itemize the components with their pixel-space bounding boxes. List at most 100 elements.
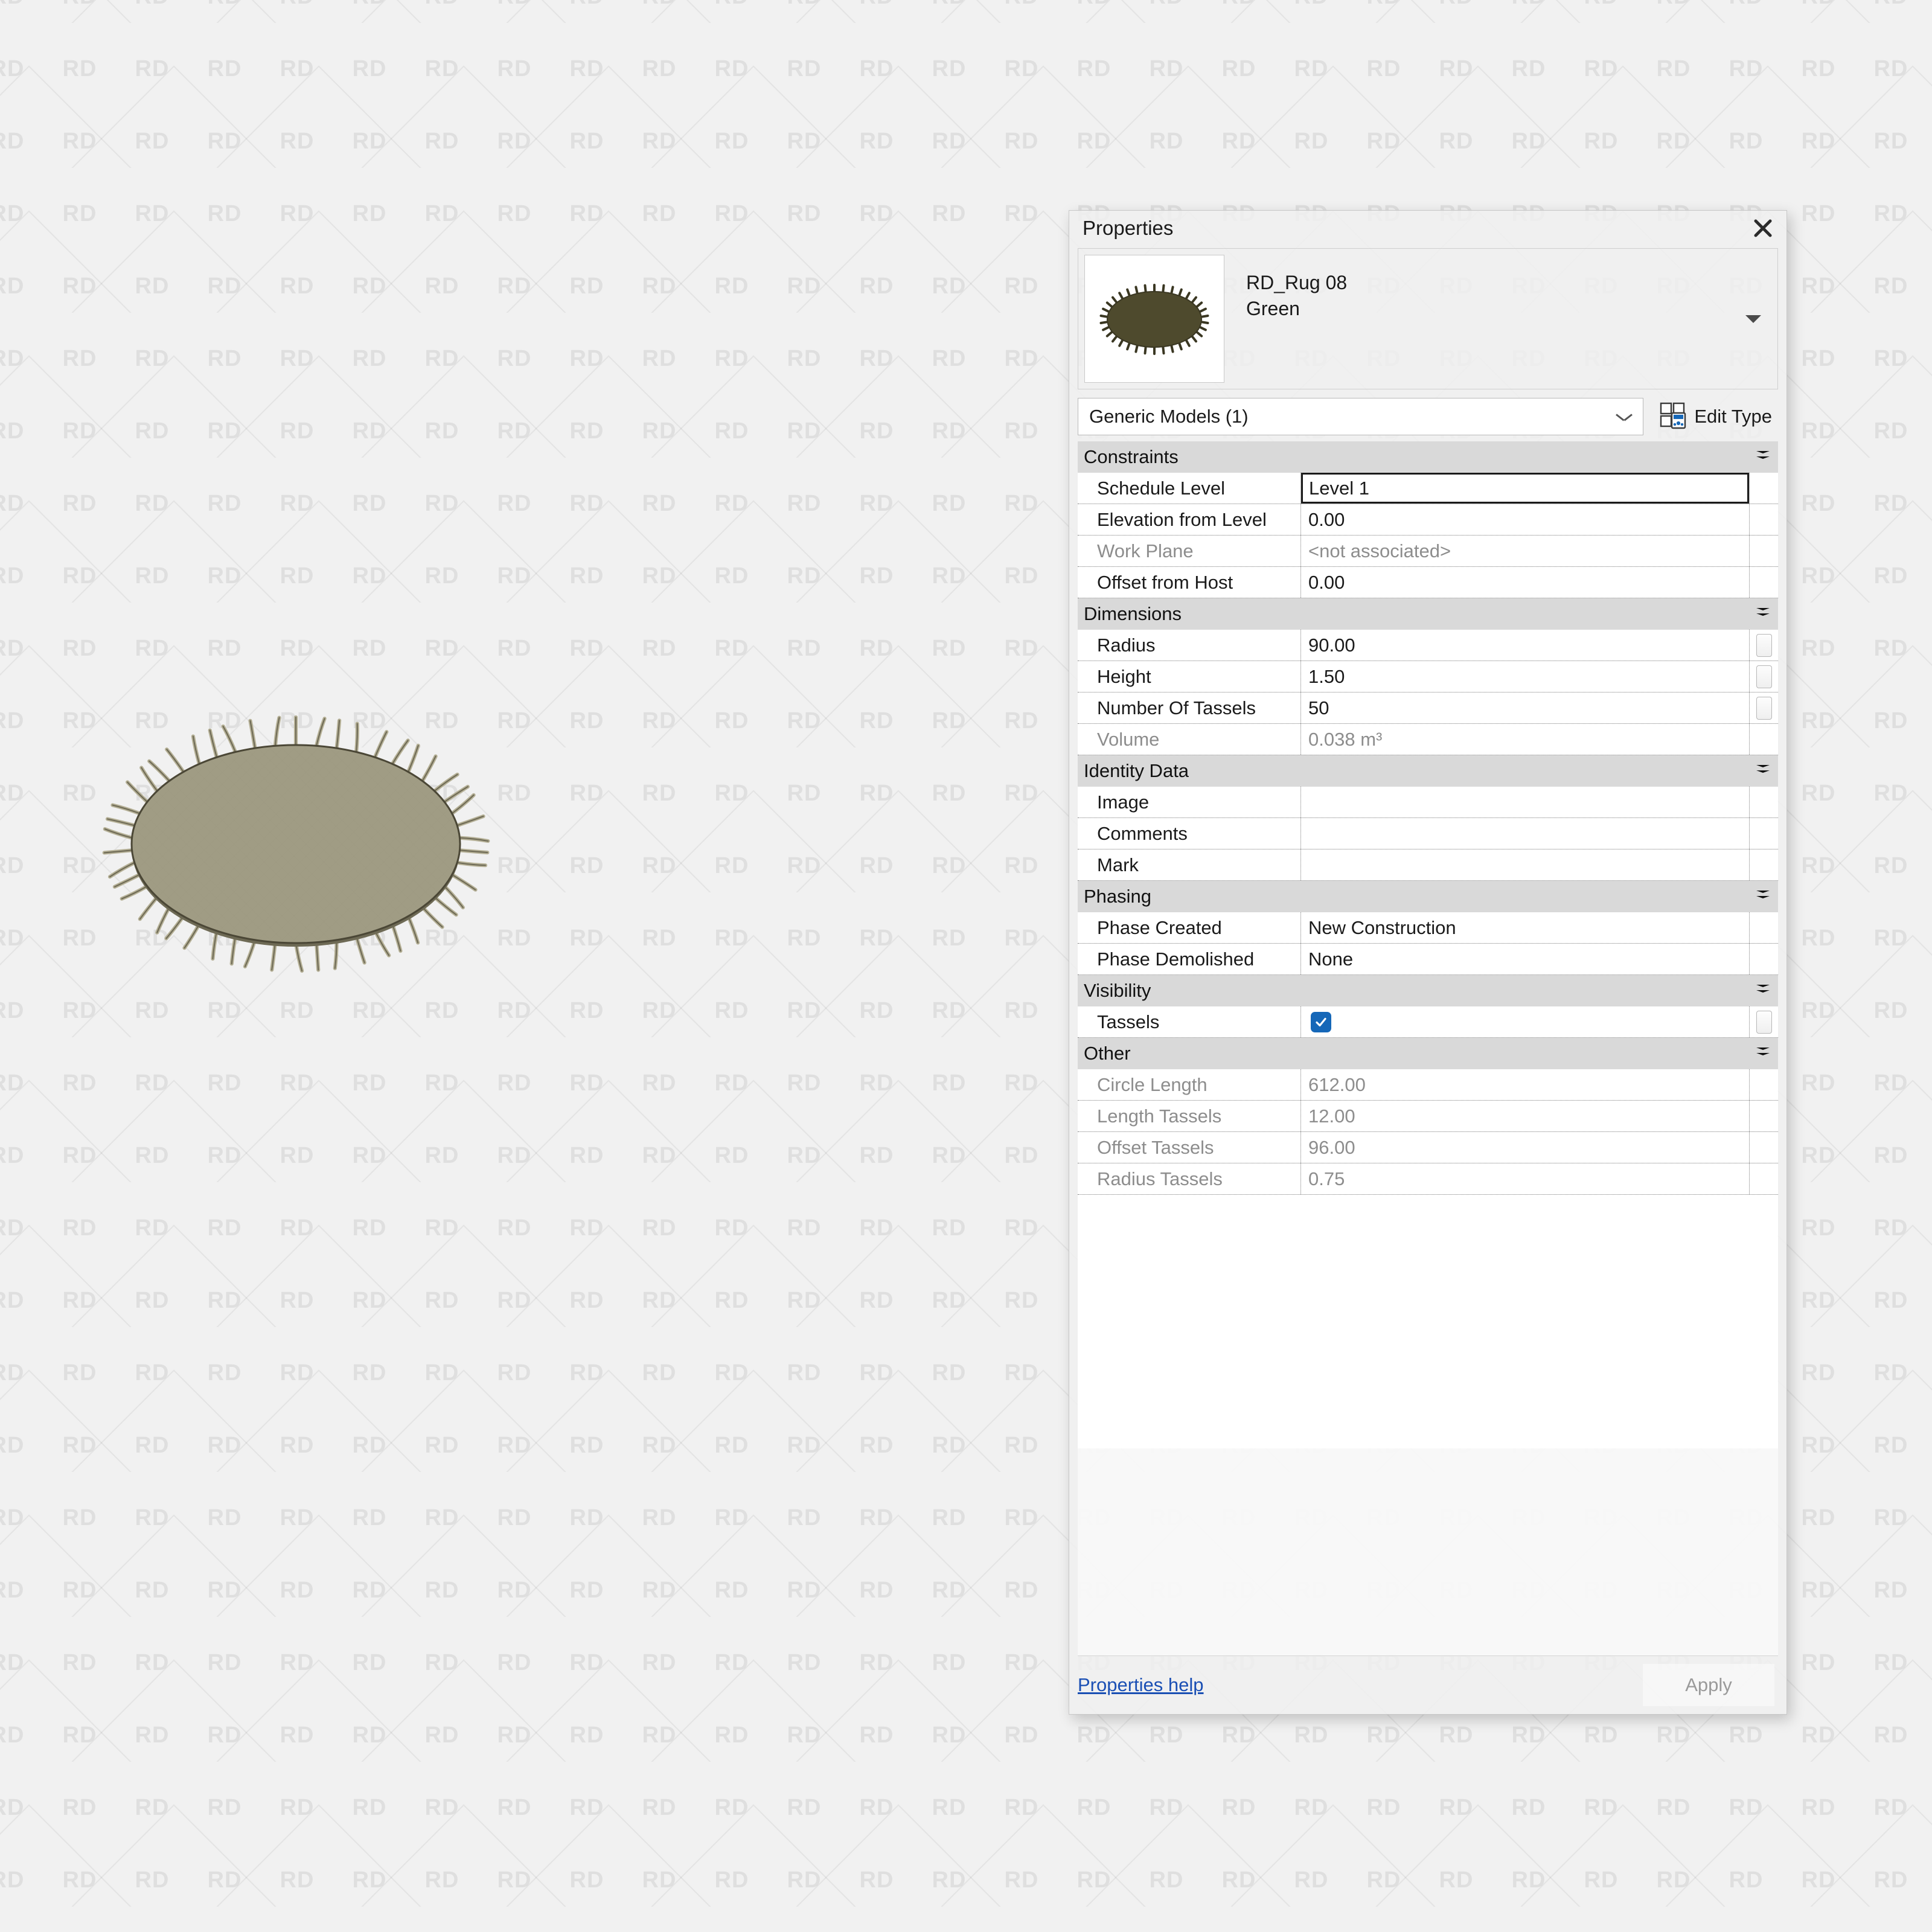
watermark-cell: RD [1874, 708, 1908, 734]
table-row[interactable]: Phase Created New Construction [1078, 912, 1778, 944]
watermark-cell: RD [280, 1795, 315, 1821]
properties-palette[interactable]: Properties RD_Rug 08 Green [1069, 210, 1787, 1715]
table-row[interactable]: Radius 90.00 [1078, 630, 1778, 661]
watermark-cell: RD [1802, 926, 1836, 952]
close-icon[interactable] [1749, 214, 1777, 242]
watermark-cell: RD [642, 129, 677, 155]
param-assoc-height[interactable] [1749, 661, 1778, 692]
section-collapse-button[interactable] [1748, 450, 1778, 464]
watermark-cell: RD [1657, 1867, 1691, 1893]
watermark-cell: RD [1439, 1867, 1474, 1893]
table-row[interactable]: Height 1.50 [1078, 661, 1778, 693]
watermark-cell: RD [425, 491, 459, 517]
watermark-cell: RD [642, 1505, 677, 1531]
section-collapse-button[interactable] [1748, 889, 1778, 904]
table-row[interactable]: Offset from Host 0.00 [1078, 567, 1778, 598]
param-value-number-of-tassels[interactable]: 50 [1301, 693, 1749, 723]
param-value-height[interactable]: 1.50 [1301, 661, 1749, 692]
section-header-visibility[interactable]: Visibility [1078, 975, 1778, 1006]
table-row[interactable]: Radius Tassels 0.75 [1078, 1163, 1778, 1195]
section-header-other[interactable]: Other [1078, 1038, 1778, 1069]
watermark-cell: RD [787, 853, 822, 879]
watermark-cell: RD [63, 0, 97, 10]
watermark-cell: RD [787, 1070, 822, 1096]
associate-parameter-button[interactable] [1756, 1011, 1772, 1034]
section-collapse-button[interactable] [1748, 607, 1778, 621]
param-value-schedule-level[interactable]: Level 1 [1301, 473, 1749, 504]
param-value-radius[interactable]: 90.00 [1301, 630, 1749, 661]
watermark-cell: RD [1874, 1722, 1908, 1748]
table-empty-area [1078, 1195, 1778, 1448]
watermark-cell: RD [135, 1070, 170, 1096]
section-header-dimensions[interactable]: Dimensions [1078, 598, 1778, 630]
table-row[interactable]: Tassels [1078, 1006, 1778, 1038]
param-assoc-radius[interactable] [1749, 630, 1778, 661]
section-header-identity-data[interactable]: Identity Data [1078, 755, 1778, 787]
caret-down-icon[interactable] [1735, 255, 1771, 383]
section-header-constraints[interactable]: Constraints [1078, 441, 1778, 473]
watermark-cell: RD [497, 1433, 532, 1459]
associate-parameter-button[interactable] [1756, 697, 1772, 720]
watermark-cell: RD [135, 1867, 170, 1893]
watermark-cell: RD [425, 563, 459, 589]
category-select[interactable]: Generic Models (1) [1078, 398, 1643, 435]
section-collapse-button[interactable] [1748, 764, 1778, 778]
watermark-cell: RD [715, 1505, 749, 1531]
table-row[interactable]: Elevation from Level 0.00 [1078, 504, 1778, 536]
type-header[interactable]: RD_Rug 08 Green [1078, 248, 1778, 389]
param-input-schedule-level[interactable]: Level 1 [1301, 473, 1749, 504]
properties-help-link[interactable]: Properties help [1078, 1674, 1204, 1696]
watermark-cell: RD [280, 0, 315, 10]
param-assoc-phase-demolished [1749, 944, 1778, 974]
section-collapse-button[interactable] [1748, 1046, 1778, 1061]
watermark-cell: RD [642, 781, 677, 807]
table-row[interactable]: Circle Length 612.00 [1078, 1069, 1778, 1101]
parameter-table-scroll[interactable]: Constraints Schedule Level Level 1 Eleva… [1078, 441, 1778, 1656]
associate-parameter-button[interactable] [1756, 634, 1772, 657]
table-row[interactable]: Volume 0.038 m³ [1078, 724, 1778, 755]
watermark-cell: RD [1005, 1143, 1039, 1169]
param-assoc-tassels[interactable] [1749, 1006, 1778, 1037]
param-value-elevation-from-level[interactable]: 0.00 [1301, 504, 1749, 535]
param-value-tassels[interactable] [1301, 1006, 1749, 1037]
section-collapse-button[interactable] [1748, 984, 1778, 998]
table-row[interactable]: Phase Demolished None [1078, 944, 1778, 975]
table-row[interactable]: Work Plane <not associated> [1078, 536, 1778, 567]
watermark-cell: RD [715, 346, 749, 372]
table-row[interactable]: Length Tassels 12.00 [1078, 1101, 1778, 1132]
param-value-offset-from-host[interactable]: 0.00 [1301, 567, 1749, 598]
watermark-cell: RD [353, 273, 387, 299]
param-value-work-plane: <not associated> [1301, 536, 1749, 566]
section-header-phasing[interactable]: Phasing [1078, 881, 1778, 912]
table-row[interactable]: Comments [1078, 818, 1778, 849]
param-value-phase-created[interactable]: New Construction [1301, 912, 1749, 943]
param-value-comments[interactable] [1301, 818, 1749, 849]
table-row[interactable]: Schedule Level Level 1 [1078, 473, 1778, 504]
param-label-circle-length: Circle Length [1078, 1069, 1301, 1100]
table-row[interactable]: Offset Tassels 96.00 [1078, 1132, 1778, 1163]
associate-parameter-button[interactable] [1756, 665, 1772, 688]
param-assoc-number-of-tassels[interactable] [1749, 693, 1778, 723]
round-rug-with-tassels[interactable] [115, 712, 549, 978]
watermark-cell: RD [642, 418, 677, 444]
tassels-checkbox[interactable] [1311, 1012, 1331, 1032]
param-assoc-image [1749, 787, 1778, 817]
watermark-cell: RD [787, 563, 822, 589]
drawing-canvas[interactable]: RD RD RD RD RD RD RD RD RD RD RD RD RD RD RD RD RD RD RD RD… [0, 0, 1932, 1932]
table-row[interactable]: Number Of Tassels 50 [1078, 693, 1778, 724]
watermark-cell: RD [0, 1070, 24, 1096]
watermark-cell: RD [715, 1867, 749, 1893]
apply-button[interactable]: Apply [1643, 1664, 1774, 1706]
double-chevron-up-icon [1756, 889, 1770, 904]
param-value-mark[interactable] [1301, 849, 1749, 880]
watermark-cell: RD [1802, 1433, 1836, 1459]
param-value-phase-demolished[interactable]: None [1301, 944, 1749, 974]
table-row[interactable]: Image [1078, 787, 1778, 818]
edit-type-button[interactable]: Edit Type [1657, 399, 1778, 435]
watermark-cell: RD [787, 636, 822, 662]
param-assoc-mark [1749, 849, 1778, 880]
param-value-image[interactable] [1301, 787, 1749, 817]
table-row[interactable]: Mark [1078, 849, 1778, 881]
watermark-cell: RD [497, 0, 532, 10]
watermark-cell: RD [280, 56, 315, 82]
